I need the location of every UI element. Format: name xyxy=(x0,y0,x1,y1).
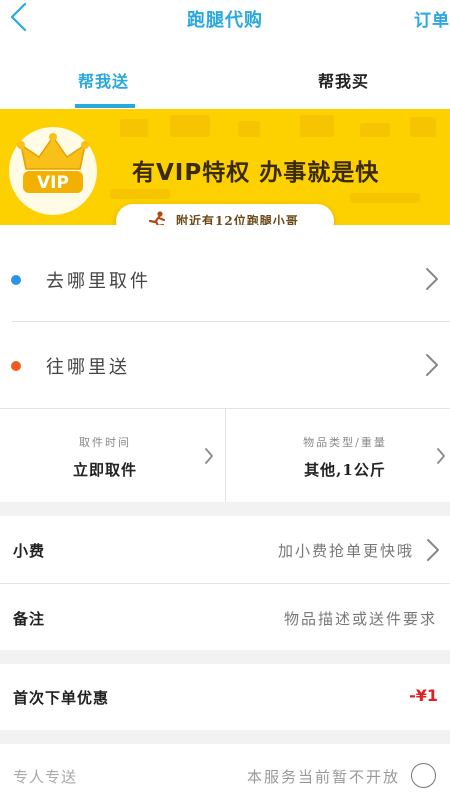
tip-row[interactable]: 小费 加小费抢单更快哦 xyxy=(0,516,450,583)
note-row[interactable]: 备注 物品描述或送件要求 xyxy=(0,584,450,650)
pickup-time-value: 立即取件 xyxy=(72,461,137,479)
crown-icon: VIP xyxy=(17,133,89,193)
pickup-dot-icon xyxy=(11,275,21,285)
dedicated-delivery-row: 专人专送 本服务当前暂不开放 xyxy=(0,744,450,800)
order-info-section: 取件时间 立即取件 物品类型/重量 其他,1公斤 xyxy=(0,409,450,502)
item-type-value: 其他,1公斤 xyxy=(304,461,386,479)
chevron-right-icon xyxy=(205,448,213,464)
top-nav-bar: 跑腿代购 订单 xyxy=(0,0,450,34)
tip-hint: 加小费抢单更快哦 xyxy=(277,542,414,560)
chevron-right-icon xyxy=(426,268,438,290)
dedicated-delivery-label: 专人专送 xyxy=(13,768,78,786)
orders-link[interactable]: 订单 xyxy=(414,6,450,31)
vip-banner[interactable]: VIP 有VIP特权 办事就是快 附近有12位跑腿小哥 xyxy=(0,109,450,238)
tab-buy-for-me[interactable]: 帮我买 xyxy=(318,68,369,92)
dedicated-delivery-radio[interactable] xyxy=(411,763,436,788)
address-section: 去哪里取件 往哪里送 xyxy=(0,225,450,408)
vip-badge-text: VIP xyxy=(37,173,69,193)
chevron-right-icon xyxy=(437,448,445,464)
tip-label: 小费 xyxy=(13,542,46,560)
delivery-address-label: 往哪里送 xyxy=(46,357,130,378)
pickup-time-label: 取件时间 xyxy=(79,436,131,449)
active-tab-indicator xyxy=(75,104,135,108)
pickup-address-label: 去哪里取件 xyxy=(46,271,151,292)
note-label: 备注 xyxy=(13,610,46,628)
vip-slogan: 有VIP特权 办事就是快 xyxy=(132,160,380,186)
first-order-discount-row: 首次下单优惠 -¥1 xyxy=(0,664,450,730)
page-title: 跑腿代购 xyxy=(187,10,263,31)
divider xyxy=(12,321,450,322)
tab-send-for-me[interactable]: 帮我送 xyxy=(78,68,129,92)
divider xyxy=(225,409,226,502)
delivery-dot-icon xyxy=(11,361,21,371)
first-order-label: 首次下单优惠 xyxy=(13,689,110,707)
item-type-label: 物品类型/重量 xyxy=(303,436,387,449)
tab-bar: 帮我送 帮我买 xyxy=(0,34,450,109)
dedicated-delivery-hint: 本服务当前暂不开放 xyxy=(246,768,400,786)
note-hint: 物品描述或送件要求 xyxy=(283,610,437,628)
first-order-discount-value: -¥1 xyxy=(409,686,438,705)
chevron-right-icon xyxy=(427,539,439,561)
vip-badge: VIP xyxy=(9,127,97,215)
chevron-right-icon xyxy=(426,354,438,376)
